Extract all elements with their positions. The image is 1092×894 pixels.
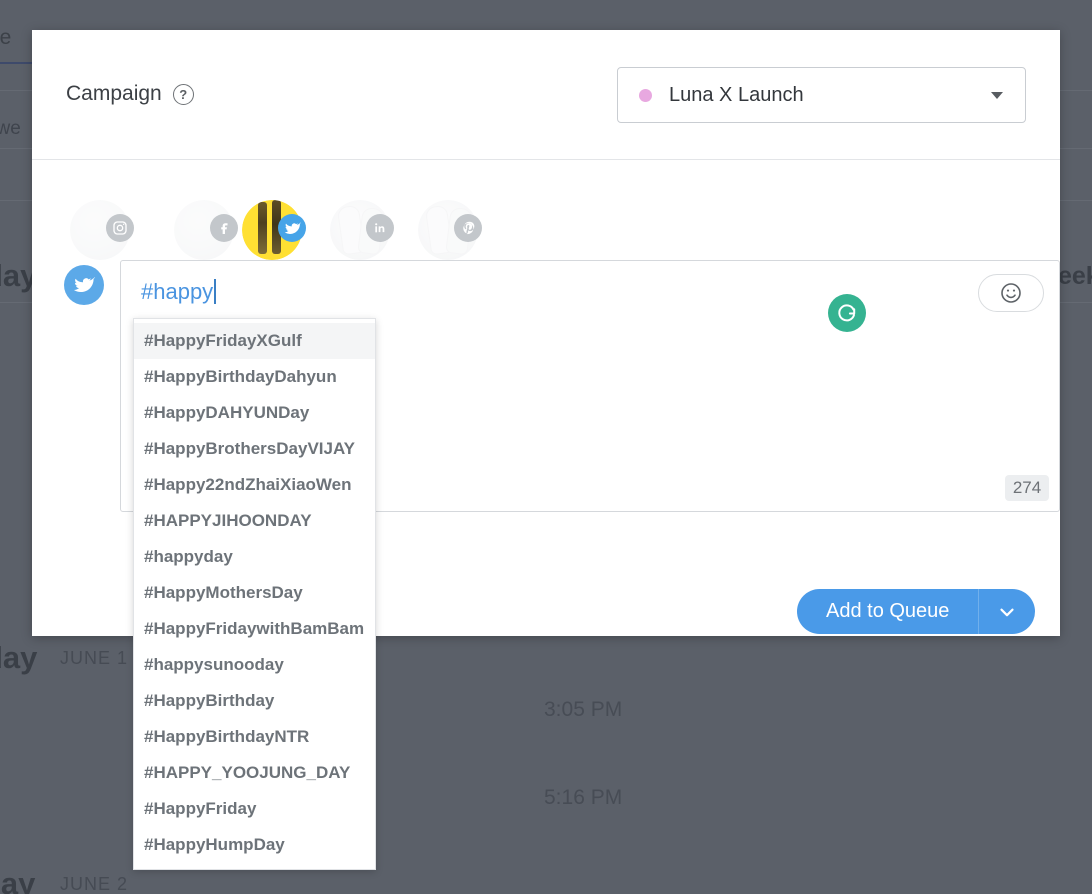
account-avatar-instagram[interactable] xyxy=(70,180,134,260)
autocomplete-item[interactable]: #HappyBirthdayNTR xyxy=(134,719,375,755)
question-circle-icon[interactable]: ? xyxy=(172,83,194,105)
background-day-fragment: day xyxy=(0,640,38,675)
background-week-label-fragment: eek xyxy=(1058,262,1092,290)
twitter-icon xyxy=(278,214,306,242)
autocomplete-item[interactable]: #HappyBirthdayDahyun xyxy=(134,359,375,395)
facebook-icon xyxy=(210,214,238,242)
pinterest-icon xyxy=(454,214,482,242)
autocomplete-item[interactable]: #HappyMothersDay xyxy=(134,575,375,611)
campaign-selected-value: Luna X Launch xyxy=(669,83,804,106)
campaign-label: Campaign xyxy=(66,82,162,105)
instagram-icon xyxy=(106,214,134,242)
autocomplete-item[interactable]: #HappyFridaywithBamBam xyxy=(134,611,375,647)
background-tab-fragment: ue xyxy=(0,26,12,49)
account-avatar-pinterest[interactable] xyxy=(418,180,482,260)
add-to-queue-button-group[interactable]: Add to Queue xyxy=(797,589,1036,634)
background-date-label: JUNE 2 xyxy=(60,874,129,894)
autocomplete-item[interactable]: #HappyFriday xyxy=(134,791,375,827)
account-avatar-twitter[interactable] xyxy=(242,180,306,260)
autocomplete-item[interactable]: #HappyBrothersDayVIJAY xyxy=(134,431,375,467)
post-text-value-wrap: #happy xyxy=(141,279,217,305)
hashtag-autocomplete-dropdown[interactable]: #HappyFridayXGulf #HappyBirthdayDahyun #Ha… xyxy=(133,318,376,870)
campaign-color-dot xyxy=(639,88,652,102)
background-date-label: JUNE 1 xyxy=(60,648,129,668)
background-post-time: 3:05 PM xyxy=(544,698,623,721)
autocomplete-item[interactable]: #HappyBirthday xyxy=(134,683,375,719)
autocomplete-item[interactable]: #HappyDAHYUNDay xyxy=(134,395,375,431)
add-to-queue-button[interactable]: Add to Queue xyxy=(797,589,980,634)
text-cursor xyxy=(214,279,217,304)
emoji-picker-button[interactable] xyxy=(978,274,1044,312)
campaign-select[interactable]: Luna X Launch xyxy=(617,67,1026,123)
post-text-value: #happy xyxy=(141,279,214,304)
refresh-icon[interactable] xyxy=(828,294,866,332)
autocomplete-item[interactable]: #happyday xyxy=(134,539,375,575)
social-accounts-row xyxy=(32,160,1060,260)
autocomplete-item[interactable]: #happysunooday xyxy=(134,647,375,683)
account-avatar-linkedin[interactable] xyxy=(330,180,394,260)
campaign-section: Campaign ? Luna X Launch xyxy=(32,30,1060,160)
composer-twitter-icon xyxy=(64,265,104,305)
background-day-fragment: day xyxy=(0,866,36,894)
autocomplete-item[interactable]: #HappyHumpDay xyxy=(134,827,375,863)
linkedin-icon xyxy=(366,214,394,242)
autocomplete-item[interactable]: #HAPPYJIHOONDAY xyxy=(134,503,375,539)
campaign-label-group: Campaign ? xyxy=(66,82,194,106)
character-counter: 274 xyxy=(1005,475,1049,501)
caret-down-icon xyxy=(991,91,1003,99)
autocomplete-item[interactable]: #HappyFridayXGulf xyxy=(134,323,375,359)
autocomplete-item[interactable]: #HAPPY_YOOJUNG_DAY xyxy=(134,755,375,791)
chevron-down-icon[interactable] xyxy=(979,589,1035,634)
background-subtext-fragment: t we xyxy=(0,118,21,139)
account-avatar-facebook[interactable] xyxy=(174,180,238,260)
autocomplete-item[interactable]: #Happy22ndZhaiXiaoWen xyxy=(134,467,375,503)
background-post-time: 5:16 PM xyxy=(544,786,623,809)
